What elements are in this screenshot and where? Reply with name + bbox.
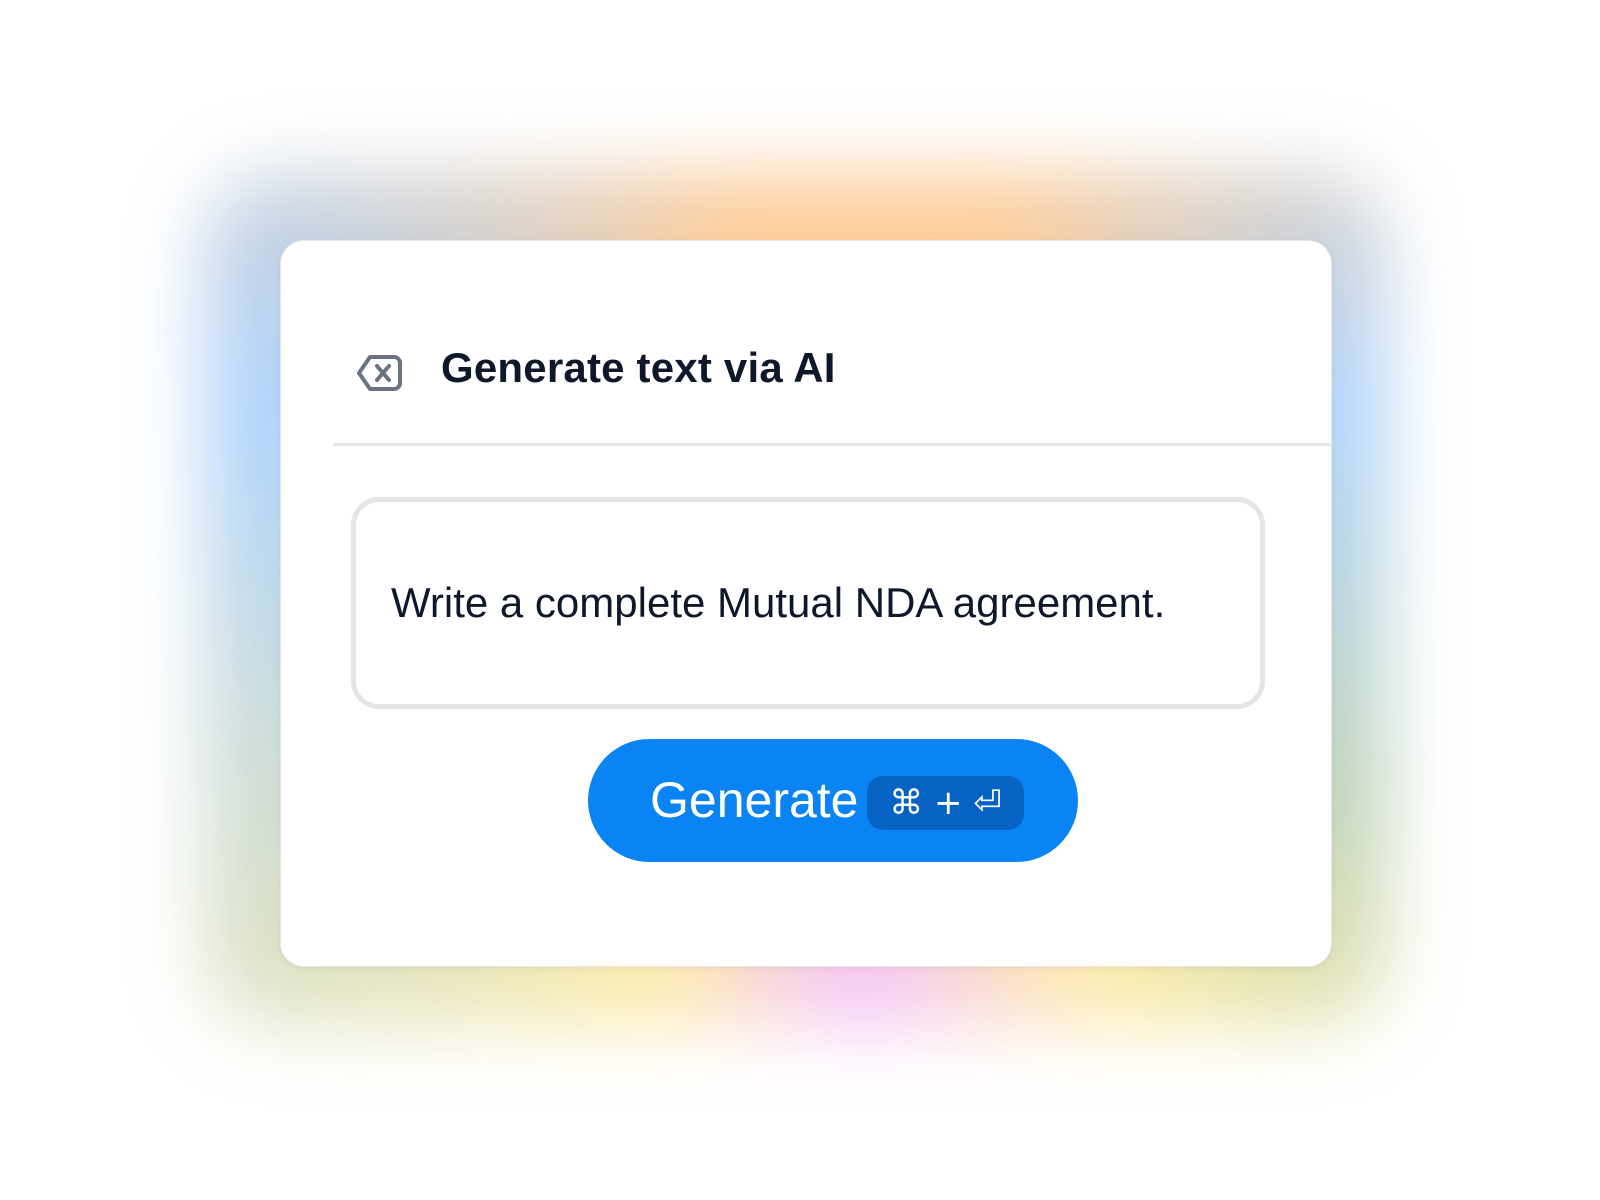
generate-button-label: Generate	[650, 772, 859, 828]
prompt-input[interactable]: Write a complete Mutual NDA agreement.	[351, 497, 1265, 709]
backspace-close-icon[interactable]	[356, 353, 402, 393]
ai-generate-dialog: Generate text via AI Write a complete Mu…	[280, 240, 1332, 967]
dialog-header: Generate text via AI	[281, 241, 1331, 446]
prompt-input-text[interactable]: Write a complete Mutual NDA agreement.	[391, 502, 1165, 704]
stage: Generate text via AI Write a complete Mu…	[0, 0, 1600, 1200]
keyboard-shortcut-badge: ⌘ + ⏎	[867, 776, 1024, 830]
generate-button[interactable]: Generate ⌘ + ⏎	[588, 739, 1078, 862]
dialog-title: Generate text via AI	[441, 344, 836, 391]
header-divider	[333, 443, 1331, 446]
